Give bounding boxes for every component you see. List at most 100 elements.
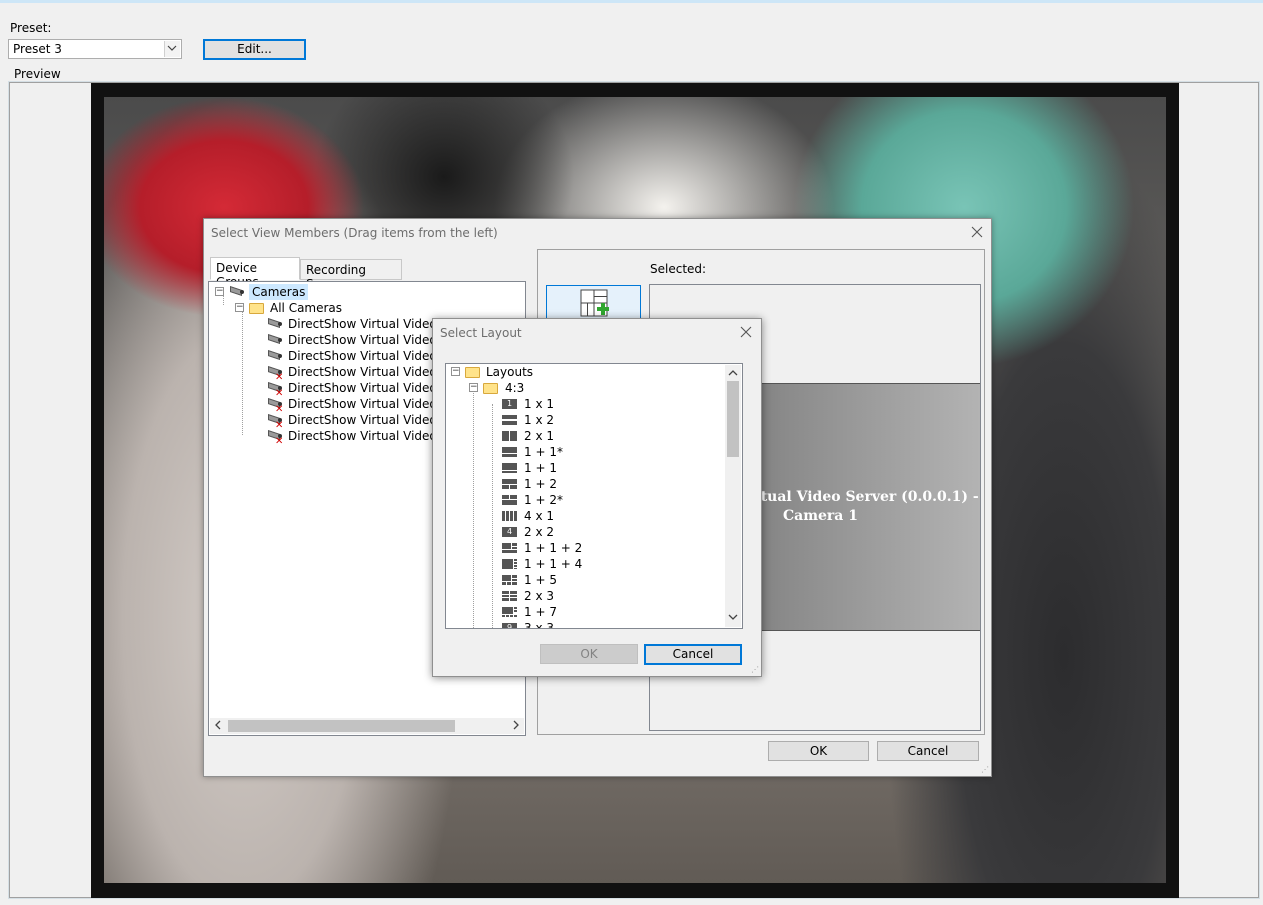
edit-button[interactable]: Edit...	[203, 39, 306, 60]
scrollbar-thumb[interactable]	[228, 720, 455, 732]
layout-label: 2 x 1	[524, 429, 554, 443]
tree-label: All Cameras	[270, 301, 343, 315]
close-icon[interactable]	[740, 326, 752, 341]
layout-label: 1 + 2	[524, 477, 557, 491]
layout-label: 2 x 3	[524, 589, 554, 603]
layout-dialog-title: Select Layout	[440, 326, 522, 340]
layout-label: 1 + 1*	[524, 445, 563, 459]
resize-grip-icon[interactable]: ⋰	[981, 766, 989, 774]
camera-error-icon: ✕	[266, 414, 283, 431]
window-top-border	[0, 0, 1263, 3]
layout-1plus1-icon	[502, 463, 517, 473]
layout-item[interactable]: 1 + 7	[502, 604, 702, 620]
tab-recording-servers[interactable]: Recording Servers	[300, 259, 402, 291]
layout-ok-button[interactable]: OK	[540, 644, 638, 664]
scroll-right-icon[interactable]	[511, 719, 521, 734]
preview-label: Preview	[12, 67, 63, 81]
layout-1plus1-star-icon	[502, 447, 517, 457]
selected-label: Selected:	[650, 262, 707, 276]
layout-item[interactable]: 2 x 1	[502, 428, 702, 444]
select-layout-dialog: Select Layout − Layouts − 4:3 1 1 x 1 1 …	[432, 318, 762, 677]
camera-icon	[266, 318, 282, 329]
layout-item[interactable]: 9 3 x 3	[502, 620, 702, 629]
tree-label: 4:3	[505, 381, 525, 395]
camera-icon	[266, 350, 282, 361]
tree-node-layouts[interactable]: − Layouts	[451, 364, 721, 380]
layout-1x2-icon	[502, 415, 517, 425]
camera-slot-title: irtual Video Server (0.0.0.1) -	[748, 489, 979, 505]
layout-item[interactable]: 1 x 2	[502, 412, 702, 428]
layout-1plus7-icon	[502, 607, 517, 617]
scroll-up-icon[interactable]	[727, 367, 739, 381]
layout-2x1-icon	[502, 431, 517, 441]
tree-node-all-cameras[interactable]: − All Cameras	[235, 300, 515, 316]
layout-item[interactable]: 1 + 2*	[502, 492, 702, 508]
cancel-button[interactable]: Cancel	[877, 741, 979, 761]
collapse-icon[interactable]: −	[235, 303, 244, 312]
layout-label: 1 + 2*	[524, 493, 563, 507]
layout-label: 1 + 1 + 2	[524, 541, 583, 555]
layout-item[interactable]: 4 2 x 2	[502, 524, 702, 540]
camera-error-icon: ✕	[266, 366, 283, 383]
layout-label: 1 x 1	[524, 397, 554, 411]
layout-item[interactable]: 4 x 1	[502, 508, 702, 524]
collapse-icon[interactable]: −	[469, 383, 478, 392]
resize-grip-icon[interactable]: ⋰	[751, 666, 759, 674]
camera-error-icon: ✕	[266, 430, 283, 447]
horizontal-scrollbar[interactable]	[210, 718, 524, 734]
layout-item[interactable]: 1 + 1 + 2	[502, 540, 702, 556]
preset-value: Preset 3	[13, 42, 62, 56]
layout-4x1-icon	[502, 511, 517, 521]
layout-tree: − Layouts − 4:3 1 1 x 1 1 x 2 2 x 1 1 + …	[445, 363, 743, 629]
layout-label: 1 + 1 + 4	[524, 557, 583, 571]
layout-item[interactable]: 1 + 1 + 4	[502, 556, 702, 572]
layout-1plus1plus4-icon	[502, 559, 517, 569]
folder-icon	[465, 367, 480, 378]
tree-node-cameras[interactable]: − Cameras	[215, 284, 515, 300]
layout-cancel-button[interactable]: Cancel	[644, 644, 742, 665]
collapse-icon[interactable]: −	[451, 367, 460, 376]
vertical-scrollbar[interactable]	[725, 365, 741, 627]
folder-icon	[249, 303, 264, 314]
camera-error-icon: ✕	[266, 382, 283, 399]
layout-1plus1plus2-icon	[502, 543, 517, 553]
layout-3x3-icon: 9	[502, 623, 517, 628]
layout-label: 2 x 2	[524, 525, 554, 539]
layout-2x2-icon: 4	[502, 527, 517, 537]
tree-label: Cameras	[249, 284, 309, 300]
layout-label: 1 + 7	[524, 605, 557, 619]
layout-item[interactable]: 2 x 3	[502, 588, 702, 604]
layout-item[interactable]: 1 + 1*	[502, 444, 702, 460]
camera-icon	[228, 286, 244, 297]
preset-label: Preset:	[10, 21, 52, 35]
scroll-down-icon[interactable]	[727, 611, 739, 625]
chevron-down-icon[interactable]	[164, 41, 180, 57]
camera-icon	[266, 334, 282, 345]
layout-2x3-icon	[502, 591, 517, 601]
layout-label: 4 x 1	[524, 509, 554, 523]
collapse-icon[interactable]: −	[215, 287, 224, 296]
preset-combobox[interactable]: Preset 3	[8, 39, 182, 59]
layout-item[interactable]: 1 1 x 1	[502, 396, 702, 412]
layout-item[interactable]: 1 + 2	[502, 476, 702, 492]
scrollbar-thumb[interactable]	[727, 381, 739, 457]
layout-item[interactable]: 1 + 5	[502, 572, 702, 588]
close-icon[interactable]	[971, 226, 983, 241]
tab-device-groups[interactable]: Device Groups	[210, 257, 300, 289]
folder-icon	[483, 383, 498, 394]
dialog-title: Select View Members (Drag items from the…	[211, 226, 498, 240]
tree-label: Layouts	[486, 365, 534, 379]
ok-button[interactable]: OK	[768, 741, 869, 761]
layout-item[interactable]: 1 + 1	[502, 460, 702, 476]
layout-1plus2-icon	[502, 479, 517, 489]
camera-slot-subtitle: Camera 1	[783, 508, 858, 524]
layout-1plus5-icon	[502, 575, 517, 585]
layout-label: 1 x 2	[524, 413, 554, 427]
scroll-left-icon[interactable]	[213, 719, 223, 734]
layout-label: 3 x 3	[524, 621, 554, 629]
camera-error-icon: ✕	[266, 398, 283, 415]
tree-node-4-3[interactable]: − 4:3	[469, 380, 719, 396]
layout-label: 1 + 1	[524, 461, 557, 475]
layout-1x1-icon: 1	[502, 399, 517, 409]
layout-1plus2-star-icon	[502, 495, 517, 505]
